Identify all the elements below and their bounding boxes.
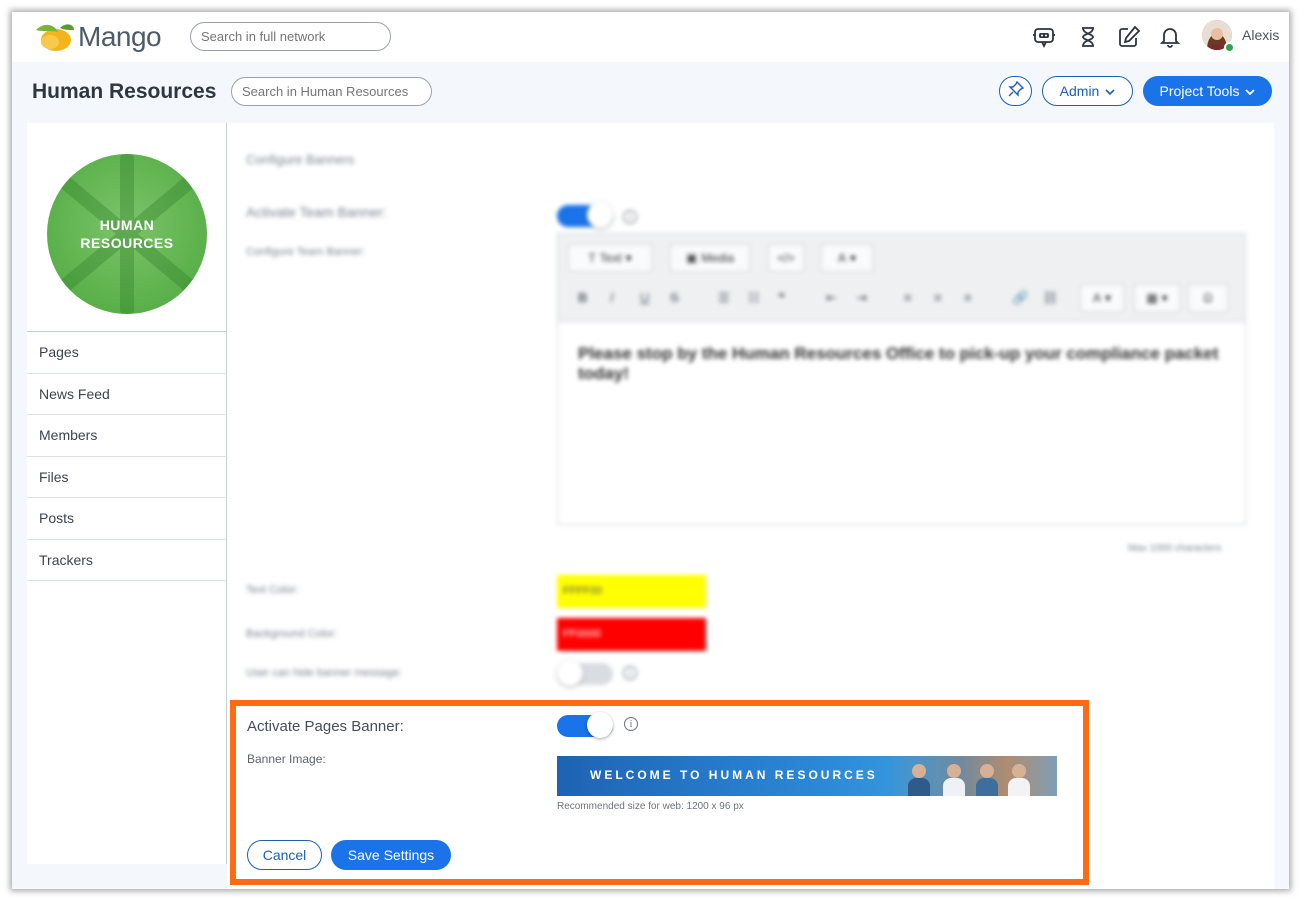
text-style-dropdown[interactable]: T Text ▾ — [568, 244, 652, 272]
table-icon: ▦ — [1146, 291, 1158, 305]
logo-text: Mango — [78, 21, 162, 52]
sidebar-item-news-feed[interactable]: News Feed — [27, 374, 227, 415]
sidebar-item-trackers[interactable]: Trackers — [27, 540, 227, 581]
align-left-icon[interactable]: ≡ — [904, 290, 912, 305]
image-icon: ▣ — [685, 251, 698, 265]
text-color-label: Text Color: — [246, 584, 299, 596]
top-navigation-bar: Mango Search in full network Alexis — [12, 12, 1289, 62]
page-title: Human Resources — [32, 80, 217, 103]
sidebar-item-members[interactable]: Members — [27, 415, 227, 457]
team-sidebar: HUMAN RESOURCES Pages News Feed Members … — [27, 123, 227, 864]
chevron-down-icon: ▾ — [1104, 291, 1112, 305]
unlink-icon[interactable]: ⛓ — [1042, 290, 1059, 306]
text-style-label: Text — [599, 251, 622, 265]
background-color-field[interactable]: FF0000 — [557, 618, 706, 651]
team-image-text: HUMAN RESOURCES — [80, 217, 174, 251]
chevron-down-icon: ▾ — [625, 251, 632, 265]
mango-logo[interactable]: Mango — [30, 19, 162, 55]
max-characters-hint: Max 1000 characters — [1128, 543, 1222, 554]
highlight-annotation-box — [230, 700, 1089, 885]
avatar — [1202, 20, 1235, 53]
rich-text-editor[interactable]: T Text ▾ ▣ Media </> A ▾ B I U S ☰ ☷ ❝ ⇤ ⇥ ≡… — [557, 233, 1246, 525]
bullet-list-icon[interactable]: ☰ — [718, 290, 730, 306]
user-hide-banner-toggle[interactable] — [557, 660, 613, 686]
section-title: Configure Banners — [246, 152, 355, 167]
pin-button[interactable] — [999, 76, 1032, 106]
bold-icon[interactable]: B — [578, 290, 587, 305]
outdent-icon[interactable]: ⇤ — [826, 290, 837, 306]
chevron-down-icon — [1105, 83, 1115, 99]
admin-dropdown-button[interactable]: Admin — [1042, 76, 1133, 106]
font-color-dropdown[interactable]: A ▾ — [821, 244, 873, 272]
code-view-button[interactable]: </> — [768, 244, 804, 272]
hourglass-icon[interactable] — [1075, 24, 1101, 50]
mango-logo-icon — [30, 20, 76, 54]
special-chars-icon: Ω — [1203, 291, 1213, 305]
online-status-indicator — [1224, 42, 1235, 53]
user-menu[interactable]: Alexis — [1202, 20, 1280, 53]
text-color-field[interactable]: FFFF00 — [557, 575, 706, 608]
background-color-label: Background Color: — [246, 628, 338, 640]
team-image: HUMAN RESOURCES — [47, 154, 207, 314]
editor-content[interactable]: Please stop by the Human Resources Offic… — [578, 344, 1228, 384]
sidebar-item-pages[interactable]: Pages — [27, 332, 227, 374]
italic-icon[interactable]: I — [610, 290, 614, 305]
chevron-down-icon: ▾ — [1161, 291, 1168, 305]
align-right-icon[interactable]: ≡ — [964, 290, 972, 305]
info-icon[interactable]: i — [623, 666, 637, 680]
strikethrough-icon[interactable]: S — [670, 290, 679, 305]
align-center-icon[interactable]: ≡ — [934, 290, 942, 305]
font-color-icon: A — [837, 251, 846, 265]
network-search-input[interactable] — [190, 22, 391, 51]
link-icon[interactable]: 🔗 — [1012, 290, 1028, 306]
editor-toolbar: T Text ▾ ▣ Media </> A ▾ B I U S ☰ ☷ ❝ ⇤ ⇥ ≡… — [558, 234, 1245, 322]
configure-team-banner-label: Configure Team Banner: — [246, 246, 366, 258]
bell-icon[interactable] — [1157, 24, 1183, 50]
info-icon[interactable]: i — [623, 210, 637, 224]
team-banner-toggle[interactable] — [557, 202, 613, 228]
special-chars-button[interactable]: Ω — [1188, 284, 1228, 312]
user-name: Alexis — [1242, 27, 1280, 43]
text-style-icon: T — [588, 251, 596, 265]
sidebar-nav: Pages News Feed Members Files Posts Trac… — [27, 331, 227, 581]
sidebar-item-files[interactable]: Files — [27, 457, 227, 498]
code-icon: </> — [777, 251, 795, 265]
media-button[interactable]: ▣ Media — [670, 244, 750, 272]
text-color-icon: A — [1092, 291, 1101, 305]
sidebar-item-posts[interactable]: Posts — [27, 498, 227, 540]
media-label: Media — [701, 251, 735, 265]
table-dropdown[interactable]: ▦ ▾ — [1134, 284, 1180, 312]
activate-team-banner-label: Activate Team Banner: — [246, 204, 387, 220]
user-hide-banner-label: User can hide banner message: — [246, 667, 402, 679]
team-search-input[interactable] — [231, 77, 432, 106]
pin-icon — [1007, 80, 1024, 102]
compose-icon[interactable] — [1116, 24, 1142, 50]
text-color-dropdown[interactable]: A ▾ — [1080, 284, 1124, 312]
admin-label: Admin — [1059, 83, 1100, 99]
quote-icon[interactable]: ❝ — [778, 290, 785, 306]
chevron-down-icon: ▾ — [849, 251, 857, 265]
project-tools-label: Project Tools — [1159, 83, 1240, 99]
chat-bot-icon[interactable] — [1032, 24, 1058, 50]
underline-icon[interactable]: U — [640, 290, 649, 305]
numbered-list-icon[interactable]: ☷ — [748, 290, 760, 306]
chevron-down-icon — [1245, 83, 1256, 99]
project-tools-dropdown-button[interactable]: Project Tools — [1143, 76, 1272, 106]
indent-icon[interactable]: ⇥ — [856, 290, 867, 306]
